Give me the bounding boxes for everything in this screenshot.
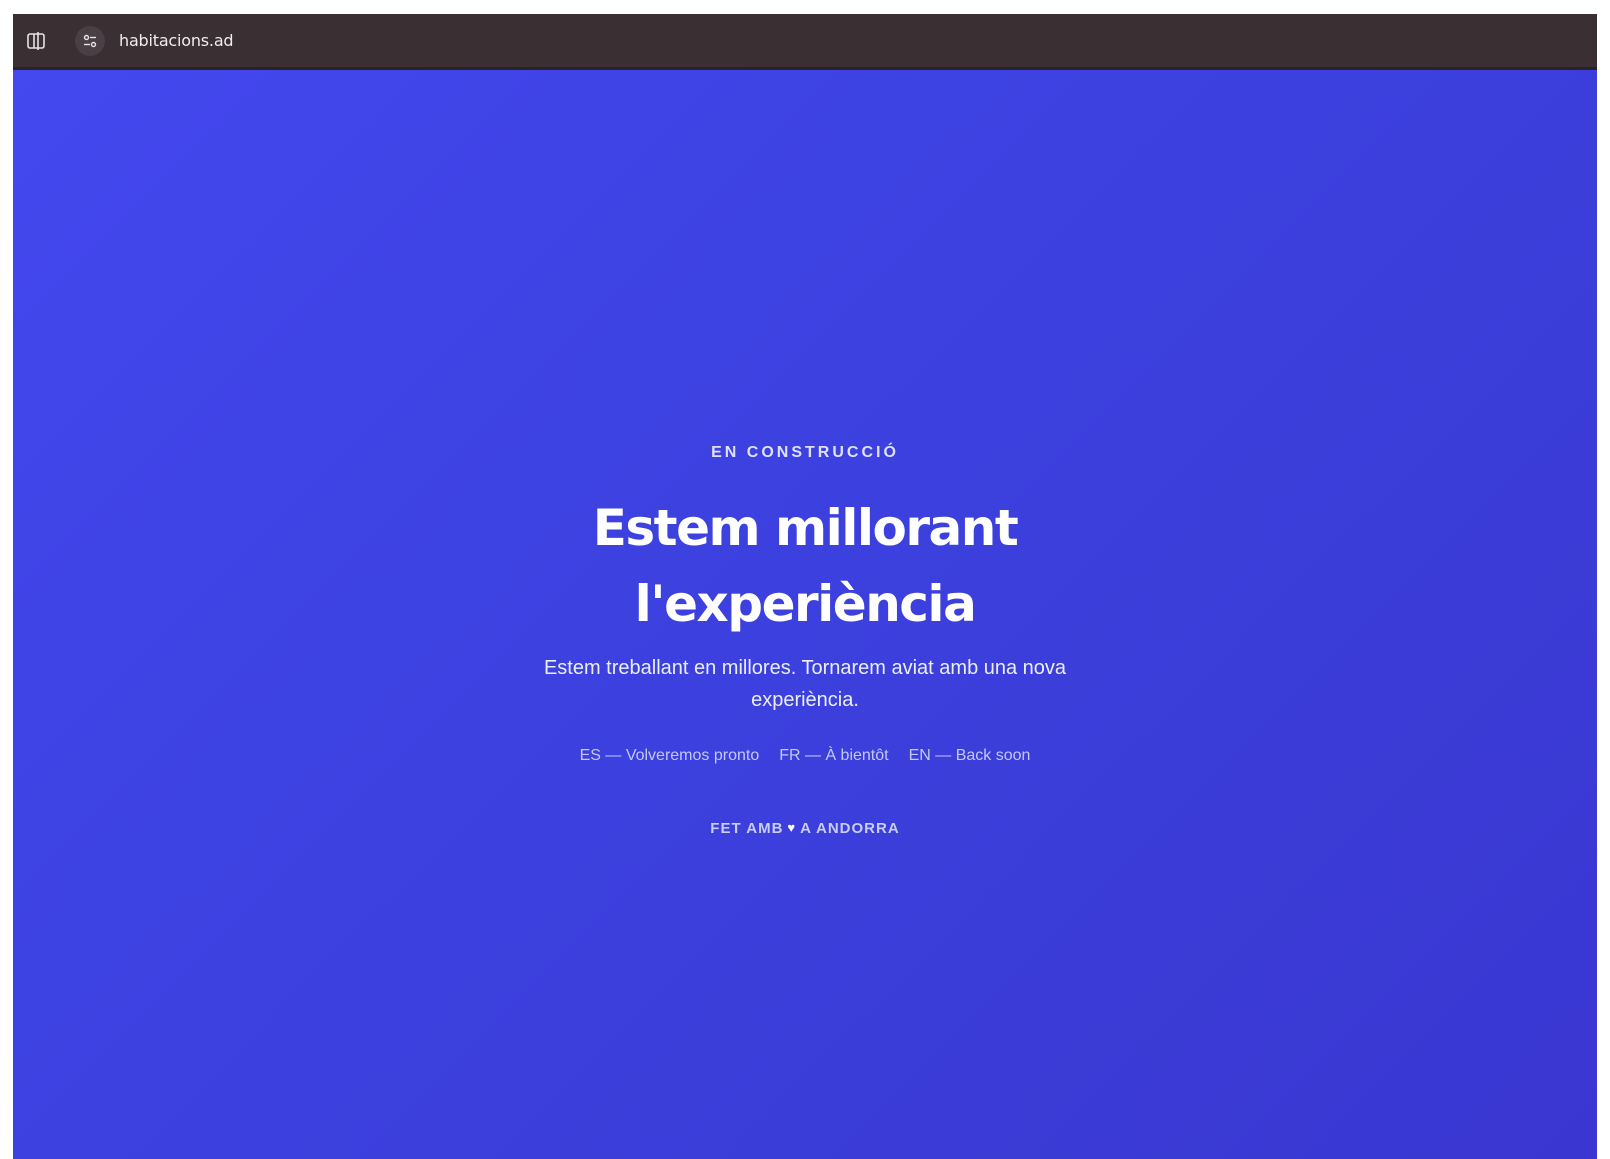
language-message-fr: FR — À bientôt <box>779 747 889 764</box>
sidebar-toggle-icon[interactable] <box>25 30 47 52</box>
page-description: Estem treballant en millores. Tornarem a… <box>543 657 1067 711</box>
language-message-en: EN — Back soon <box>908 747 1031 764</box>
heart-icon: ♥ <box>787 820 797 835</box>
language-messages: ES — Volveremos pronto FR — À bientôt EN… <box>13 747 1597 765</box>
page-title: Estem millorant l'experiència <box>13 490 1597 642</box>
footer-suffix: A ANDORRA <box>800 820 900 837</box>
status-eyebrow: EN CONSTRUCCIÓ <box>711 444 899 461</box>
site-settings-icon[interactable] <box>75 25 105 56</box>
url-text[interactable]: habitacions.ad <box>119 31 234 50</box>
browser-toolbar: habitacions.ad <box>13 14 1597 70</box>
headline-line-2: l'experiència <box>634 575 977 633</box>
maintenance-page: EN CONSTRUCCIÓ Estem millorant l'experiè… <box>13 70 1597 1159</box>
footer-credit: FET AMB ♥ A ANDORRA <box>13 820 1597 837</box>
headline-line-1: Estem millorant <box>592 499 1019 557</box>
address-bar[interactable]: habitacions.ad <box>67 21 252 60</box>
browser-window: habitacions.ad EN CONSTRUCCIÓ Estem mill… <box>13 14 1597 1159</box>
footer-prefix: FET AMB <box>710 820 784 837</box>
language-message-es: ES — Volveremos pronto <box>579 747 760 764</box>
